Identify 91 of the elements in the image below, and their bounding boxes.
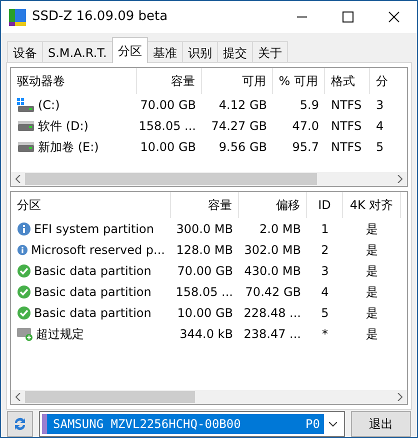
maximize-icon — [342, 11, 354, 23]
table-cell-text: 4.12 GB — [218, 96, 268, 114]
check-icon — [17, 284, 31, 298]
drive-dropdown[interactable]: SAMSUNG MZVL2256HCHQ-00B00 P0 — [39, 410, 345, 436]
check-icon — [17, 264, 31, 278]
table-cell-text: 新加卷 (E:) — [38, 138, 99, 156]
caret-icon — [329, 422, 337, 427]
column-header[interactable]: 4K 对齐 — [343, 192, 401, 218]
table-cell-text: EFI system partition — [34, 220, 154, 238]
table-cell-text: 344.0 kB — [178, 326, 234, 342]
horizontal-scrollbar[interactable] — [11, 390, 407, 404]
table-cell-text: 238.47 ... — [242, 326, 302, 342]
table-cell-text: 5 — [320, 304, 330, 322]
table-cell-text: 70.42 GB — [244, 284, 302, 300]
horizontal-scrollbar[interactable] — [11, 172, 407, 186]
tab[interactable]: 关于 — [252, 41, 288, 63]
scroll-left-icon[interactable] — [15, 175, 21, 183]
table-cell-text: NTFS — [330, 138, 363, 156]
refresh-icon — [12, 416, 28, 432]
table-cell-text: 430.0 MB — [243, 262, 302, 280]
table-cell-text: 是 — [365, 304, 379, 322]
table-cell-text: 是 — [365, 220, 379, 238]
table-cell-text: 10.00 GB — [139, 138, 197, 156]
table-cell-text: Basic data partition — [34, 262, 152, 280]
table-cell-text: (C:) — [38, 96, 60, 114]
scrollbar-thumb[interactable] — [25, 391, 195, 403]
column-header[interactable]: 偏移 — [239, 192, 307, 218]
table-cell-text: 128.0 MB — [175, 242, 234, 258]
exit-button[interactable]: 退出 — [351, 410, 411, 436]
table-cell-text: 3 — [320, 262, 330, 280]
table-cell-text: Basic data partition — [34, 304, 152, 322]
scroll-right-icon[interactable] — [397, 175, 403, 183]
table-cell-text: 是 — [365, 262, 379, 280]
scroll-right-icon[interactable] — [397, 393, 403, 401]
drive-add-icon — [17, 326, 33, 340]
table-cell-text: * — [321, 326, 329, 342]
info-icon — [17, 222, 31, 236]
color-marker — [42, 414, 47, 434]
table-cell-text: 47.0 — [291, 118, 320, 134]
table-cell-text: 超过规定 — [36, 326, 84, 342]
column-header[interactable]: 驱动器卷 — [11, 68, 137, 94]
tab[interactable]: 设备 — [7, 41, 43, 63]
table-cell-text: 软件 (D:) — [38, 118, 88, 134]
app-logo-icon — [9, 9, 26, 26]
table-cell-text: 95.7 — [291, 138, 320, 156]
table-cell-text: 2.0 MB — [258, 220, 302, 238]
table-cell-text: 3 — [375, 96, 385, 114]
tab[interactable]: 分区 — [112, 37, 148, 63]
table-cell-text: 4 — [320, 284, 330, 300]
table-cell-text: 2 — [320, 242, 330, 258]
window-title: SSD-Z 16.09.09 beta — [32, 8, 169, 26]
column-header[interactable]: % 可用 — [273, 68, 325, 94]
column-header[interactable]: 格式 — [325, 68, 370, 94]
table-cell-text: NTFS — [330, 96, 363, 114]
table-cell-text: 10.00 GB — [176, 304, 234, 322]
scroll-left-icon[interactable] — [15, 393, 21, 401]
table-cell-text: 是 — [365, 326, 379, 342]
table-cell-text: 228.48 ... — [242, 304, 302, 322]
table-cell-text: 9.56 GB — [218, 138, 268, 156]
table-cell-text: Microsoft reserved p... — [30, 242, 165, 258]
table-cell-text: 是 — [365, 242, 379, 258]
table-cell-text: 300.0 MB — [175, 220, 234, 238]
column-header[interactable]: 分 — [370, 68, 407, 94]
drive-icon — [17, 142, 35, 152]
column-header[interactable]: 可用 — [202, 68, 273, 94]
refresh-button[interactable] — [7, 410, 33, 436]
info-icon — [17, 242, 28, 256]
check-icon — [17, 306, 31, 320]
table-cell-text: 5 — [375, 138, 385, 156]
column-header[interactable]: 分区 — [11, 192, 171, 218]
table-cell-text: 是 — [365, 284, 379, 300]
table-cell-text: 302.0 MB — [243, 242, 302, 258]
column-header[interactable]: ID — [307, 192, 343, 218]
dropdown-value: SAMSUNG MZVL2256HCHQ-00B00 — [53, 416, 241, 432]
windows-drive-icon — [17, 98, 35, 112]
dropdown-value: P0 — [306, 416, 320, 432]
table-cell-text: 158.05 ... — [174, 284, 234, 300]
table-cell-text: 70.00 GB — [139, 96, 197, 114]
drive-icon — [17, 120, 35, 130]
table-cell-text: 1 — [320, 220, 330, 238]
close-icon — [388, 11, 400, 23]
table-cell-text: NTFS — [330, 118, 363, 134]
column-header[interactable]: 容量 — [137, 68, 202, 94]
table-cell-text: 4 — [375, 118, 385, 134]
scrollbar-thumb[interactable] — [25, 173, 317, 185]
table-cell-text: 158.05 ... — [138, 118, 197, 134]
table-cell-text: Basic data partition — [34, 284, 152, 300]
table-cell-text: 5.9 — [298, 96, 320, 114]
table-cell-text: 70.00 GB — [176, 262, 234, 280]
table-cell-text: 74.27 GB — [210, 118, 268, 134]
column-header[interactable]: 容量 — [171, 192, 239, 218]
